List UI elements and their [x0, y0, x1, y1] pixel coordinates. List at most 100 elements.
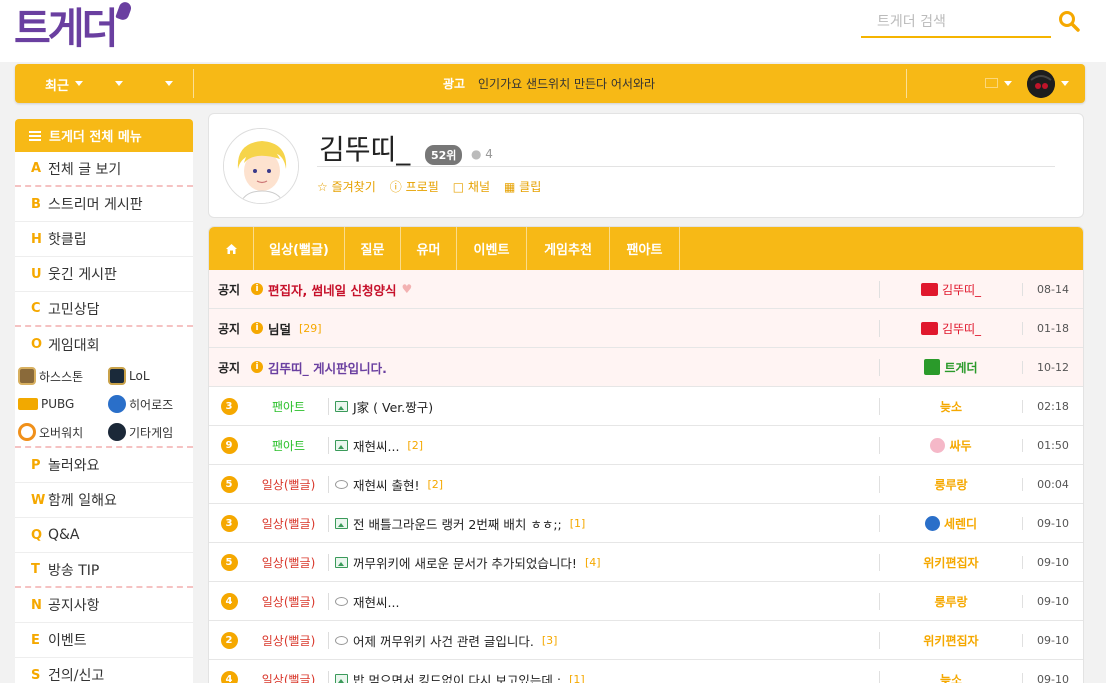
notice-row[interactable]: 공지 i 김뚜띠_ 게시판입니다. 트게더 10-12 [209, 348, 1083, 387]
tab-event[interactable]: 이벤트 [457, 227, 527, 270]
sidebar-item-funny-board[interactable]: U 웃긴 게시판 [15, 257, 193, 292]
post-title[interactable]: J家 ( Ver.짱구) [353, 397, 433, 416]
channel-link[interactable]: □ 채널 [453, 178, 490, 195]
clip-link[interactable]: ▦ 클립 [504, 178, 541, 195]
tab-daily[interactable]: 일상(뻘글) [254, 227, 345, 270]
sidebar-item-qna[interactable]: Q Q&A [15, 518, 193, 553]
game-pubg[interactable]: PUBG [15, 390, 105, 418]
post-category[interactable]: 일상(뻘글) [249, 475, 329, 493]
ad-link[interactable]: 인기가요 샌드위치 만든다 어서와라 [478, 75, 655, 92]
post-title[interactable]: 재현씨... [353, 436, 399, 455]
post-title-cell[interactable]: 전 배틀그라운드 랭커 2번째 배치 ㅎㅎ;; [1] [329, 514, 879, 533]
mail-caret-icon[interactable] [1004, 81, 1012, 86]
sidebar-item-streamer-board[interactable]: B 스트리머 게시판 [15, 187, 193, 222]
site-logo[interactable]: 트게더 [14, 0, 134, 53]
search-icon[interactable] [1058, 10, 1082, 34]
post-title-cell[interactable]: 꺼무위키에 새로운 문서가 추가되었습니다! [4] [329, 553, 879, 572]
notice-row[interactable]: 공지 i 님덜 [29] 김뚜띠_ 01-18 [209, 309, 1083, 348]
post-title-cell[interactable]: i 편집자, 썸네일 신청양식 ♥ [249, 280, 879, 299]
overwatch-icon [18, 423, 36, 441]
streamer-avatar[interactable] [223, 128, 299, 204]
sidebar-item-tournament[interactable]: O 게임대회 [15, 327, 193, 362]
game-label: 기타게임 [129, 425, 174, 440]
post-category[interactable]: 일상(뻘글) [249, 670, 329, 683]
post-category[interactable]: 일상(뻘글) [249, 553, 329, 571]
post-author[interactable]: 세렌디 [879, 514, 1022, 532]
post-category[interactable]: 팬아트 [249, 397, 329, 415]
post-author[interactable]: 트게더 [879, 358, 1022, 376]
user-avatar[interactable] [1027, 70, 1055, 98]
sidebar-header[interactable]: 트게더 전체 메뉴 [15, 119, 193, 152]
post-category[interactable]: 일상(뻘글) [249, 592, 329, 610]
post-author[interactable]: 위키편집자 [879, 631, 1022, 649]
table-row[interactable]: 9 팬아트 재현씨... [2] 싸두 01:50 [209, 426, 1083, 465]
notice-row[interactable]: 공지 i 편집자, 썸네일 신청양식 ♥ 김뚜띠_ 08-14 [209, 270, 1083, 309]
post-title-cell[interactable]: i 님덜 [29] [249, 319, 879, 338]
table-row[interactable]: 4 일상(뻘글) 재현씨... 룽루랑 09-10 [209, 582, 1083, 621]
post-title[interactable]: 재현씨 출현! [353, 475, 420, 494]
post-category[interactable]: 팬아트 [249, 436, 329, 454]
dropdown-caret-icon[interactable] [115, 81, 123, 86]
post-author[interactable]: 김뚜띠_ [879, 319, 1022, 337]
post-title-cell[interactable]: 재현씨... [329, 592, 879, 611]
post-title[interactable]: 재현씨... [353, 592, 399, 611]
post-number-cell: 4 [209, 670, 249, 683]
favorite-link[interactable]: ☆ 즐겨찾기 [317, 178, 376, 195]
post-title-cell[interactable]: 재현씨 출현! [2] [329, 475, 879, 494]
sidebar-item-counseling[interactable]: C 고민상담 [15, 292, 193, 327]
post-category[interactable]: 일상(뻘글) [249, 514, 329, 532]
sidebar-item-broadcast-tip[interactable]: T 방송 TIP [15, 553, 193, 588]
post-title[interactable]: 님덜 [268, 319, 291, 338]
game-lol[interactable]: LoL [105, 362, 193, 390]
table-row[interactable]: 3 일상(뻘글) 전 배틀그라운드 랭커 2번째 배치 ㅎㅎ;; [1] 세렌디 09-1… [209, 504, 1083, 543]
post-title-cell[interactable]: 어제 꺼무위키 사건 관련 글입니다. [3] [329, 631, 879, 650]
tab-question[interactable]: 질문 [345, 227, 401, 270]
sidebar-item-notices[interactable]: N 공지사항 [15, 588, 193, 623]
tab-fanart[interactable]: 팬아트 [610, 227, 680, 270]
post-title-cell[interactable]: 재현씨... [2] [329, 436, 879, 455]
table-row[interactable]: 3 팬아트 J家 ( Ver.짱구) 늦소 02:18 [209, 387, 1083, 426]
sidebar-item-hangout[interactable]: P 놀러와요 [15, 448, 193, 483]
post-author[interactable]: 김뚜띠_ [879, 280, 1022, 298]
sidebar-item-hot-clips[interactable]: H 핫클립 [15, 222, 193, 257]
dropdown-caret-icon[interactable] [165, 81, 173, 86]
post-author[interactable]: 룽루랑 [879, 592, 1022, 610]
post-title-cell[interactable]: J家 ( Ver.짱구) [329, 397, 879, 416]
post-author[interactable]: 늦소 [879, 397, 1022, 415]
tab-home[interactable] [209, 227, 254, 270]
post-author[interactable]: 룽루랑 [879, 475, 1022, 493]
post-title[interactable]: 전 배틀그라운드 랭커 2번째 배치 ㅎㅎ;; [353, 514, 562, 533]
account-caret-icon[interactable] [1061, 81, 1069, 86]
sidebar-item-events[interactable]: E 이벤트 [15, 623, 193, 658]
post-author[interactable]: 위키편집자 [879, 553, 1022, 571]
post-title[interactable]: 밥 먹으면서 킹드없이 다시 보고있는데 ; [353, 670, 561, 683]
sidebar-item-work-together[interactable]: W 함께 일해요 [15, 483, 193, 518]
game-other[interactable]: 기타게임 [105, 418, 193, 446]
tab-game-recommend[interactable]: 게임추천 [527, 227, 610, 270]
post-title[interactable]: 어제 꺼무위키 사건 관련 글입니다. [353, 631, 534, 650]
post-date: 01-18 [1022, 321, 1083, 335]
sidebar-item-report[interactable]: S 건의/신고 [15, 658, 193, 683]
game-heroes[interactable]: 히어로즈 [105, 390, 193, 418]
recent-caret-icon[interactable] [75, 81, 83, 86]
profile-link[interactable]: ⓘ 프로필 [390, 178, 439, 195]
tab-humor[interactable]: 유머 [401, 227, 457, 270]
table-row[interactable]: 4 일상(뻘글) 밥 먹으면서 킹드없이 다시 보고있는데 ; [1] 늦소 09-10 [209, 660, 1083, 683]
game-overwatch[interactable]: 오버워치 [15, 418, 105, 446]
search-input[interactable] [861, 8, 1041, 36]
post-title-cell[interactable]: 밥 먹으면서 킹드없이 다시 보고있는데 ; [1] [329, 670, 879, 683]
post-title[interactable]: 김뚜띠_ 게시판입니다. [268, 358, 387, 377]
post-title[interactable]: 편집자, 썸네일 신청양식 [268, 280, 396, 299]
post-author[interactable]: 싸두 [879, 436, 1022, 454]
table-row[interactable]: 5 일상(뻘글) 재현씨 출현! [2] 룽루랑 00:04 [209, 465, 1083, 504]
sidebar-item-all-posts[interactable]: A 전체 글 보기 [15, 152, 193, 187]
post-title-cell[interactable]: i 김뚜띠_ 게시판입니다. [249, 358, 879, 377]
table-row[interactable]: 5 일상(뻘글) 꺼무위키에 새로운 문서가 추가되었습니다! [4] 위키편집자 09-… [209, 543, 1083, 582]
post-title[interactable]: 꺼무위키에 새로운 문서가 추가되었습니다! [353, 553, 577, 572]
table-row[interactable]: 2 일상(뻘글) 어제 꺼무위키 사건 관련 글입니다. [3] 위키편집자 09-10 [209, 621, 1083, 660]
post-category[interactable]: 일상(뻘글) [249, 631, 329, 649]
game-hearthstone[interactable]: 하스스톤 [15, 362, 105, 390]
mail-icon[interactable] [985, 78, 998, 88]
post-author[interactable]: 늦소 [879, 670, 1022, 683]
recent-menu[interactable]: 최근 [45, 75, 69, 94]
